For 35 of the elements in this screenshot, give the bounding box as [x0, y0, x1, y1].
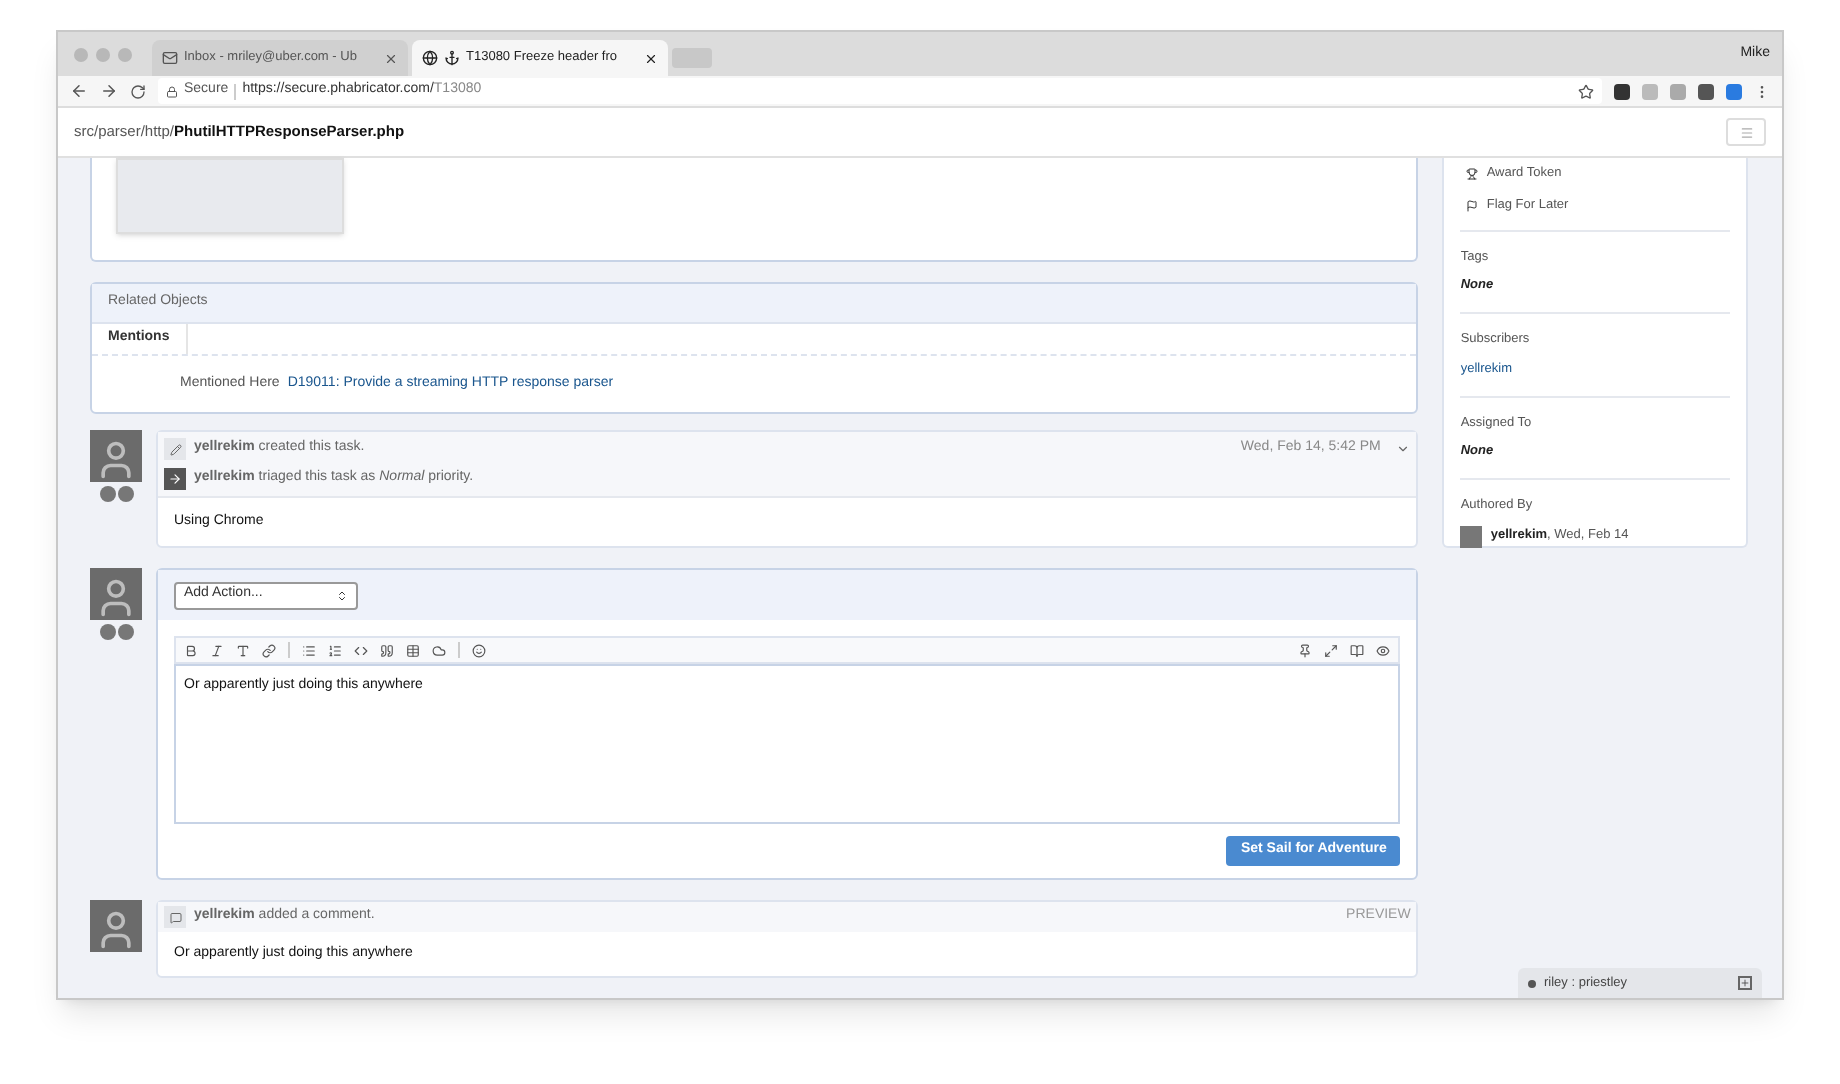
avatar-placeholder — [90, 568, 142, 620]
list-icon[interactable] — [302, 643, 316, 657]
avatar-placeholder — [90, 430, 142, 482]
back-icon[interactable] — [70, 82, 88, 100]
link-icon[interactable] — [262, 643, 276, 657]
code-icon[interactable] — [354, 643, 368, 657]
expand-icon[interactable] — [1738, 976, 1752, 990]
italic-icon[interactable] — [210, 643, 224, 657]
book-icon[interactable] — [1350, 643, 1365, 657]
anchor-icon — [444, 50, 460, 66]
avatar-placeholder — [90, 900, 142, 952]
fullscreen-icon[interactable] — [1324, 643, 1339, 657]
cloud-icon[interactable] — [432, 643, 446, 657]
numbered-list-icon[interactable] — [328, 643, 342, 657]
smile-icon[interactable] — [472, 643, 486, 657]
flag-icon — [1466, 199, 1479, 212]
avatar-placeholder — [1460, 525, 1483, 548]
pencil-icon — [164, 438, 186, 460]
text-icon[interactable] — [236, 643, 250, 657]
speech-bubble-icon — [164, 906, 186, 928]
forward-icon[interactable] — [100, 82, 118, 100]
reload-icon[interactable] — [130, 83, 146, 99]
mail-icon — [162, 50, 178, 66]
pin-icon[interactable] — [1298, 643, 1313, 657]
lock-icon — [166, 85, 178, 97]
bold-icon[interactable] — [184, 643, 198, 657]
star-icon[interactable] — [1578, 83, 1594, 99]
globe-icon — [422, 50, 438, 66]
quote-icon[interactable] — [380, 643, 394, 657]
trophy-icon — [1466, 167, 1479, 180]
table-icon[interactable] — [406, 643, 420, 657]
close-icon[interactable] — [644, 51, 658, 65]
eye-icon[interactable] — [1376, 643, 1391, 657]
menu-icon — [1739, 125, 1753, 139]
caret-icon[interactable] — [1396, 442, 1411, 456]
